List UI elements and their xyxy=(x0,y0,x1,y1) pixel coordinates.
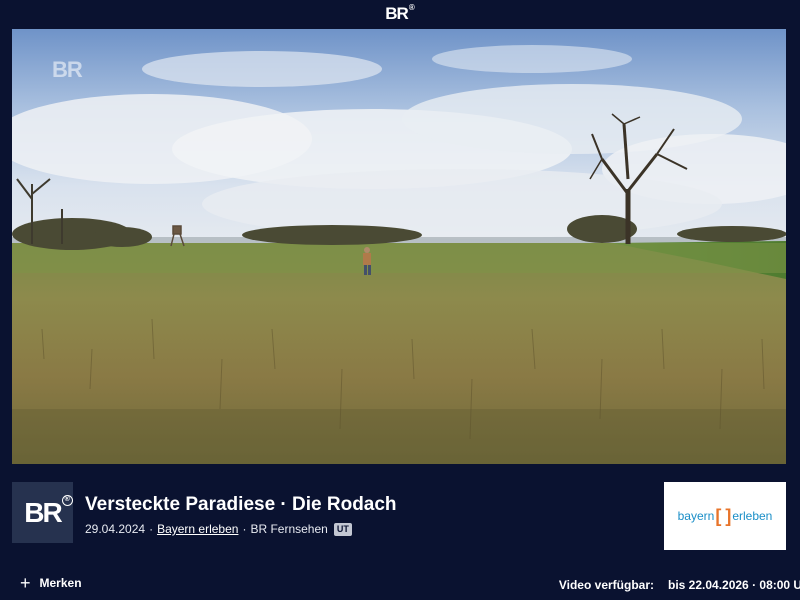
availability-value: bis 22.04.2026 · 08:00 Uhr xyxy=(668,578,800,592)
video-player[interactable]: BR xyxy=(12,29,786,464)
availability-label: Video verfügbar: xyxy=(558,578,654,592)
bookmark-button[interactable]: + Merken xyxy=(20,573,82,593)
plus-icon: + xyxy=(20,573,31,593)
bayern-erleben-logo[interactable]: bayern [ ] erleben xyxy=(664,482,786,550)
video-frame-image xyxy=(12,29,786,464)
episode-info: BR ® Versteckte Paradiese · Die Rodach 29… xyxy=(12,482,786,550)
subtitle-badge: UT xyxy=(333,522,352,536)
partner-logo-text: bayern [ ] erleben xyxy=(677,506,773,526)
channel-logo-registered: ® xyxy=(61,494,73,506)
br-logo-registered: ® xyxy=(408,3,415,13)
episode-meta: 29.04.2024 · Bayern erleben · BR Fernseh… xyxy=(85,522,352,536)
br-logo-text: BR xyxy=(385,4,409,23)
availability-info: Video verfügbar: bis 22.04.2026 · 08:00 … xyxy=(558,578,800,592)
bookmark-label: Merken xyxy=(39,576,82,590)
episode-title: Versteckte Paradiese · Die Rodach xyxy=(85,494,397,515)
partner-bracket-right: ] xyxy=(725,506,732,526)
top-bar: BR® xyxy=(0,0,800,28)
br-watermark: BR xyxy=(52,57,83,82)
channel-logo-letters: BR xyxy=(24,496,62,528)
meta-separator: · xyxy=(242,522,247,536)
channel-logo-text: BR ® xyxy=(24,494,73,529)
channel-logo[interactable]: BR ® xyxy=(12,482,73,543)
partner-bracket-left: [ xyxy=(715,506,722,526)
meta-separator: · xyxy=(149,522,154,536)
partner-logo-right: erleben xyxy=(732,509,773,523)
channel-name: BR Fernsehen xyxy=(250,522,328,536)
series-link[interactable]: Bayern erleben xyxy=(157,522,238,536)
br-logo[interactable]: BR® xyxy=(385,3,415,24)
episode-date: 29.04.2024 xyxy=(85,522,146,536)
partner-logo-left: bayern xyxy=(677,509,715,523)
